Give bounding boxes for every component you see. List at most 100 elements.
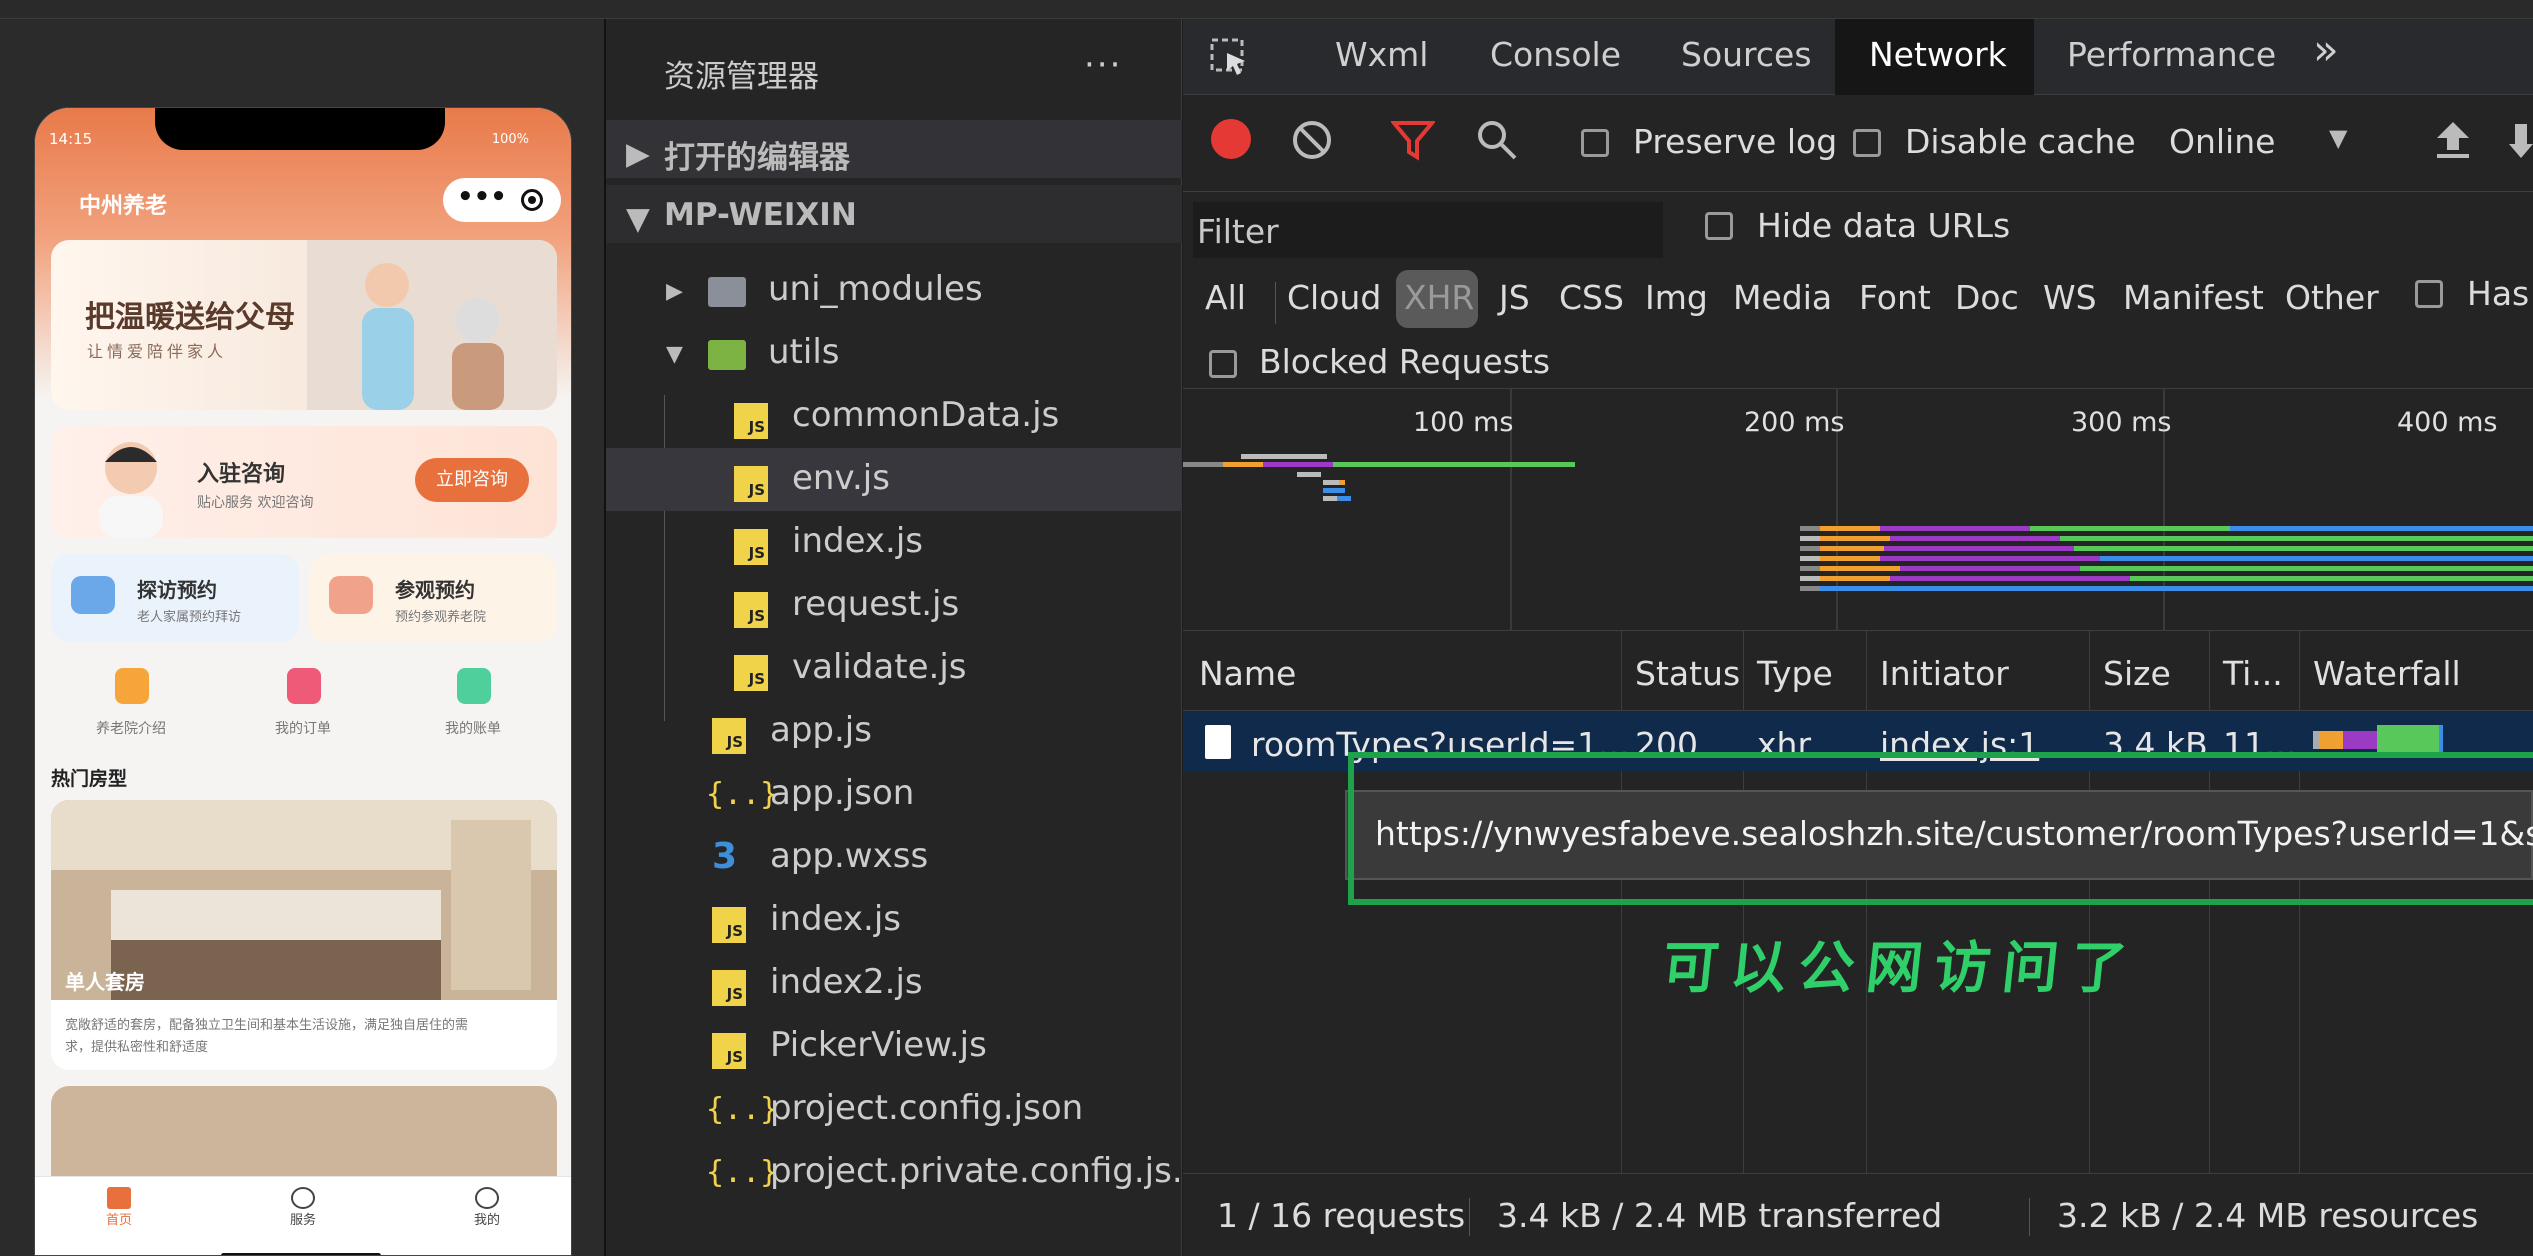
tab-console[interactable]: Console — [1490, 35, 1621, 74]
folder-open-icon — [708, 340, 746, 370]
tree-item-commondata[interactable]: JS commonData.js — [606, 385, 1182, 448]
status-resources: 3.2 kB / 2.4 MB resources — [2057, 1196, 2479, 1235]
type-filter-xhr-label: XHR — [1404, 278, 1475, 317]
banner-subtitle: 让情爱陪伴家人 — [87, 342, 228, 361]
quick-entry-label: 我的订单 — [275, 721, 331, 737]
open-editors-section[interactable]: ▶ 打开的编辑器 — [606, 120, 1182, 178]
tree-item-label: index.js — [792, 521, 923, 561]
room-card[interactable]: 单人套房 宽敞舒适的套房，配备独立卫生间和基本生活设施，满足独自居住的需 求，提… — [51, 800, 557, 1070]
has-blocked-cookies-checkbox[interactable] — [2415, 280, 2443, 308]
js-file-icon: JS — [734, 592, 768, 628]
inspect-element-icon[interactable] — [1209, 37, 1249, 77]
tree-item-env[interactable]: JS env.js — [606, 448, 1182, 511]
tree-item-app-json[interactable]: {..} app.json — [606, 763, 1182, 826]
tree-item-pickerview[interactable]: JS PickerView.js — [606, 1015, 1182, 1078]
type-filter-ws[interactable]: WS — [2043, 278, 2097, 317]
column-name[interactable]: Name — [1199, 654, 1296, 693]
hide-data-urls-checkbox[interactable] — [1705, 212, 1733, 240]
json-file-icon: {..} — [706, 777, 779, 812]
tab-network[interactable]: Network — [1835, 19, 2034, 95]
throttle-select[interactable]: Online ▼ — [2169, 114, 2357, 170]
quick-entry-bills[interactable]: 我的账单 — [423, 668, 523, 738]
network-status-bar: 1 / 16 requests 3.4 kB / 2.4 MB transfer… — [1183, 1173, 2533, 1256]
tab-home[interactable]: 首页 — [79, 1187, 159, 1247]
tree-item-uni-modules[interactable]: ▶ uni_modules — [606, 259, 1182, 322]
tour-booking-card[interactable]: 参观预约 预约参观养老院 — [309, 554, 557, 642]
type-filter-js[interactable]: JS — [1499, 278, 1530, 317]
preserve-log-checkbox[interactable] — [1581, 129, 1609, 157]
tree-item-app-js[interactable]: JS app.js — [606, 700, 1182, 763]
network-overview-timeline[interactable]: 100 ms 200 ms 300 ms 400 ms — [1183, 389, 2533, 631]
type-filter-doc[interactable]: Doc — [1955, 278, 2019, 317]
home-icon — [107, 1187, 131, 1209]
tab-performance[interactable]: Performance — [2067, 35, 2276, 74]
blocked-requests-checkbox[interactable] — [1209, 350, 1237, 378]
consult-card[interactable]: 入驻咨询 贴心服务 欢迎咨询 立即咨询 — [51, 426, 557, 538]
tab-bar: 首页 服务 我的 — [35, 1176, 571, 1255]
room-desc-line1: 宽敞舒适的套房，配备独立卫生间和基本生活设施，满足独自居住的需 — [65, 1018, 469, 1033]
tree-item-label: validate.js — [792, 647, 967, 687]
tree-item-project-config[interactable]: {..} project.config.json — [606, 1078, 1182, 1141]
type-filter-manifest[interactable]: Manifest — [2123, 278, 2264, 317]
filter-funnel-icon[interactable] — [1391, 118, 1435, 162]
tree-item-project-private-config[interactable]: {..} project.private.config.js... — [606, 1141, 1204, 1204]
tab-wxml[interactable]: Wxml — [1335, 35, 1428, 74]
type-filter-cloud[interactable]: Cloud — [1287, 278, 1381, 317]
tree-item-label: app.wxss — [770, 836, 929, 876]
user-icon — [475, 1187, 499, 1209]
column-initiator[interactable]: Initiator — [1880, 654, 2009, 693]
tree-item-label: request.js — [792, 584, 960, 624]
column-waterfall[interactable]: Waterfall — [2313, 654, 2461, 693]
column-size[interactable]: Size — [2103, 654, 2171, 693]
type-filter-img[interactable]: Img — [1645, 278, 1708, 317]
quick-entry-orders[interactable]: 我的订单 — [253, 668, 353, 738]
visit-booking-card[interactable]: 探访预约 老人家属预约拜访 — [51, 554, 299, 642]
tree-item-utils-index[interactable]: JS index.js — [606, 511, 1182, 574]
tree-item-label: index.js — [770, 899, 901, 939]
more-tabs-chevron-icon[interactable]: » — [2313, 25, 2339, 74]
devtools-panel: Wxml Console Sources Network Performance… — [1183, 19, 2533, 1256]
clear-icon[interactable] — [1291, 119, 1333, 161]
column-status[interactable]: Status — [1635, 654, 1740, 693]
js-file-icon: JS — [712, 718, 746, 754]
type-filter-font[interactable]: Font — [1859, 278, 1931, 317]
chevron-right-icon: ▶ — [666, 279, 683, 304]
disable-cache-checkbox[interactable] — [1853, 129, 1881, 157]
search-icon[interactable] — [1475, 118, 1519, 162]
column-time[interactable]: Ti... — [2223, 654, 2283, 693]
type-filter-css[interactable]: CSS — [1559, 278, 1624, 317]
type-filter-media[interactable]: Media — [1733, 278, 1832, 317]
js-file-icon: JS — [734, 403, 768, 439]
more-icon[interactable]: ••• — [457, 182, 507, 212]
status-divider — [1469, 1198, 1470, 1236]
tree-item-request[interactable]: JS request.js — [606, 574, 1182, 637]
tab-services[interactable]: 服务 — [263, 1187, 343, 1247]
annotation-text: 可以公网访问了 — [1659, 936, 2142, 1001]
tree-item-index-js[interactable]: JS index.js — [606, 889, 1182, 952]
visit-booking-title: 探访预约 — [137, 578, 217, 602]
record-icon[interactable] — [1211, 119, 1251, 159]
quick-entry-intro[interactable]: 养老院介绍 — [81, 668, 181, 738]
type-filter-other[interactable]: Other — [2285, 278, 2379, 317]
column-type[interactable]: Type — [1757, 654, 1833, 693]
project-section[interactable]: ▼ MP-WEIXIN — [606, 185, 1182, 243]
mini-program-capsule[interactable]: ••• — [443, 178, 561, 222]
type-filter-xhr[interactable]: XHR — [1396, 270, 1478, 328]
phone-notch — [155, 108, 445, 150]
explorer-more-button[interactable]: ··· — [1084, 45, 1122, 85]
tab-sources[interactable]: Sources — [1681, 35, 1812, 74]
tab-mine[interactable]: 我的 — [447, 1187, 527, 1247]
banner-card[interactable]: 把温暖送给父母 让情爱陪伴家人 — [51, 240, 557, 410]
throttle-value: Online — [2169, 122, 2276, 161]
tree-item-utils[interactable]: ▼ utils — [606, 322, 1182, 385]
download-icon[interactable] — [2509, 118, 2533, 162]
close-target-icon[interactable] — [521, 189, 543, 211]
tree-item-app-wxss[interactable]: 3 app.wxss — [606, 826, 1182, 889]
filter-input[interactable]: Filter — [1193, 202, 1663, 258]
upload-icon[interactable] — [2433, 118, 2473, 162]
tree-item-validate[interactable]: JS validate.js — [606, 637, 1182, 700]
tree-item-label: project.private.config.js... — [770, 1151, 1205, 1191]
consult-button[interactable]: 立即咨询 — [415, 458, 529, 502]
tree-item-index2-js[interactable]: JS index2.js — [606, 952, 1182, 1015]
type-filter-all[interactable]: All — [1205, 278, 1246, 317]
